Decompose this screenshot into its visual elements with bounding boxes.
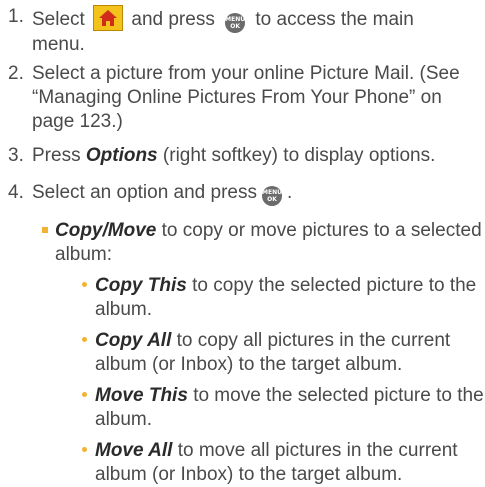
step-2: 2. Select a picture from your online Pic… <box>8 62 477 134</box>
dot-bullet-icon <box>82 447 87 452</box>
option-text: album: <box>55 244 113 265</box>
dot-bullet-icon <box>82 392 87 397</box>
option-text: to move all pictures in the current <box>177 440 458 461</box>
option-text: album (or Inbox) to the target album. <box>95 354 403 375</box>
step-text: to access the main <box>255 9 414 30</box>
menu-ok-key-icon: MENU OK <box>262 186 282 206</box>
option-name: Move This <box>95 385 188 406</box>
menu-ok-key-icon: MENU OK <box>225 13 246 33</box>
step-text: and press <box>131 9 215 30</box>
option-text: album. <box>95 409 153 430</box>
option-name: Move All <box>95 440 173 461</box>
option-text: to copy the selected picture to the <box>192 275 477 296</box>
step-3: 3. Press Options (right softkey) to disp… <box>8 144 477 168</box>
manual-page: 1. Select and press MENU OK to access the… <box>0 0 485 485</box>
option-name: Copy All <box>95 330 172 351</box>
option-text: album. <box>95 299 153 320</box>
option-text: to copy or move pictures to a selected <box>161 220 482 241</box>
option-name: Copy/Move <box>55 220 157 241</box>
step-text: page 123.) <box>32 111 123 132</box>
step-number: 2. <box>8 63 24 84</box>
softkey-name: Options <box>85 145 158 166</box>
option-text: to copy all pictures in the current <box>176 330 451 351</box>
step-text: Press <box>32 145 81 166</box>
step-text: “Managing Online Pictures From Your Phon… <box>32 87 442 108</box>
option-move-this: Move This to move the selected picture t… <box>95 384 484 432</box>
option-text: album (or Inbox) to the target album. <box>95 464 403 485</box>
step-1: 1. Select and press MENU OK to access the… <box>8 5 477 57</box>
option-copy-move: Copy/Move to copy or move pictures to a … <box>55 219 482 267</box>
step-number: 1. <box>8 6 24 27</box>
step-4: 4. Select an option and press MENU OK. <box>8 181 477 206</box>
square-bullet-icon <box>42 227 48 233</box>
option-move-all: Move All to move all pictures in the cur… <box>95 439 477 487</box>
step-text: . <box>287 182 293 203</box>
step-text: (right softkey) to display options. <box>162 145 436 166</box>
dot-bullet-icon <box>82 282 87 287</box>
option-copy-this: Copy This to copy the selected picture t… <box>95 274 477 322</box>
step-number: 4. <box>8 182 24 203</box>
option-copy-all: Copy All to copy all pictures in the cur… <box>95 329 477 377</box>
step-text: Select <box>32 9 85 30</box>
step-text: Select an option and press <box>32 182 257 203</box>
option-text: to move the selected picture to the <box>193 385 484 406</box>
home-icon <box>93 5 124 31</box>
step-text: menu. <box>32 34 85 55</box>
dot-bullet-icon <box>82 337 87 342</box>
step-number: 3. <box>8 145 24 166</box>
step-text: Select a picture from your online Pictur… <box>32 63 460 84</box>
option-name: Copy This <box>95 275 187 296</box>
